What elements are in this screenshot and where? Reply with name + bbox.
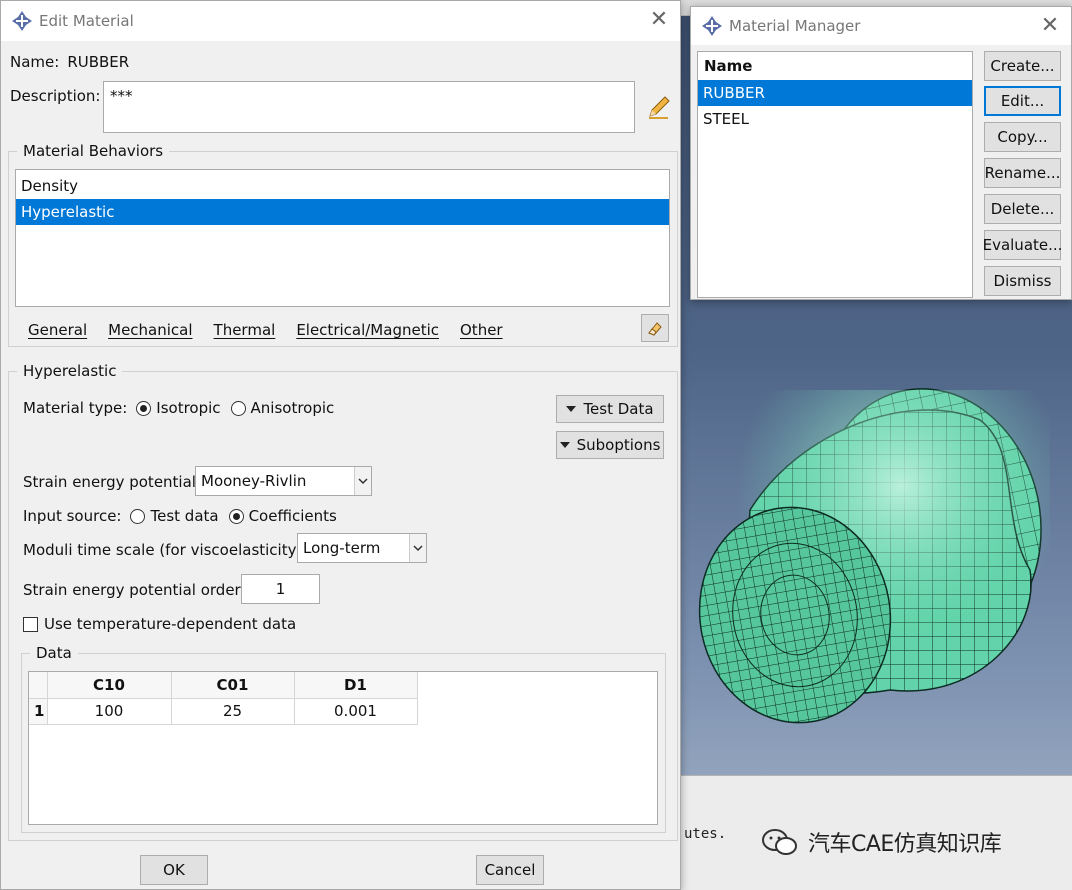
chevron-down-icon[interactable] [354,467,371,495]
material-item-rubber[interactable]: RUBBER [698,80,972,106]
evaluate-button[interactable]: Evaluate... [983,230,1062,260]
row-number: 1 [29,698,48,725]
copy-button[interactable]: Copy... [984,122,1061,152]
table-corner [29,672,48,699]
behavior-menubar: General Mechanical Thermal Electrical/Ma… [28,319,524,341]
abaqus-cross-icon [12,11,32,31]
abaqus-cross-icon [702,16,722,36]
close-icon[interactable]: ✕ [1039,15,1061,37]
behavior-item-density[interactable]: Density [16,173,669,199]
strain-energy-value: Mooney-Rivlin [201,472,307,490]
dismiss-button[interactable]: Dismiss [984,266,1061,296]
radio-isotropic-indicator[interactable] [136,400,152,416]
manager-title: Material Manager [729,17,861,35]
column-header-c01[interactable]: C01 [171,672,295,699]
triangle-down-icon [566,406,577,412]
rename-button[interactable]: Rename... [984,158,1061,188]
hyperelastic-title: Hyperelastic [17,362,123,380]
radio-anisotropic-indicator[interactable] [230,400,246,416]
console-text: utes. [684,826,727,842]
radio-anisotropic[interactable]: Anisotropic [230,399,335,417]
pencil-icon[interactable] [646,94,672,120]
cell-c01[interactable]: 25 [171,698,295,725]
create-button[interactable]: Create... [984,51,1061,81]
edit-material-dialog: Edit Material ✕ Name: RUBBER Description… [0,0,681,890]
radio-coefficients[interactable]: Coefficients [228,507,337,525]
table-row: 1 100 25 0.001 [29,698,418,725]
radio-isotropic[interactable]: Isotropic [136,399,221,417]
list-header-name[interactable]: Name [698,52,972,80]
wechat-logo-icon [762,829,797,855]
behavior-item-hyperelastic[interactable]: Hyperelastic [16,199,669,225]
column-header-c10[interactable]: C10 [47,672,172,699]
material-manager-titlebar[interactable]: Material Manager ✕ [691,7,1071,45]
description-field[interactable]: *** [103,81,635,133]
material-type-label: Material type: [23,399,128,417]
cell-c10[interactable]: 100 [47,698,172,725]
description-label: Description: [10,87,101,105]
close-icon[interactable]: ✕ [648,9,670,31]
suboptions-label: Suboptions [576,436,661,454]
ok-button[interactable]: OK [140,855,208,885]
menu-other[interactable]: Other [460,321,503,339]
column-header-d1[interactable]: D1 [294,672,418,699]
strain-energy-label: Strain energy potential: [23,473,202,491]
materials-list[interactable]: Name RUBBER STEEL [697,51,973,298]
data-title: Data [30,644,78,662]
name-label: Name: [10,53,60,71]
rubber-bushing-mesh[interactable] [680,370,1072,730]
menu-electrical-magnetic[interactable]: Electrical/Magnetic [296,321,439,339]
temperature-checkbox[interactable] [23,616,38,632]
menu-mechanical[interactable]: Mechanical [108,321,192,339]
menu-thermal[interactable]: Thermal [214,321,276,339]
cell-d1[interactable]: 0.001 [294,698,418,725]
moduli-label: Moduli time scale (for viscoelasticity): [23,541,308,559]
cancel-button[interactable]: Cancel [476,855,544,885]
dialog-title: Edit Material [39,12,134,30]
moduli-value: Long-term [303,539,381,557]
data-table[interactable]: C10 C01 D1 1 100 25 0.001 [28,671,658,825]
order-input[interactable]: 1 [241,574,320,604]
delete-button[interactable]: Delete... [984,194,1061,224]
material-name: RUBBER [67,53,130,71]
edit-button[interactable]: Edit... [984,86,1061,116]
strain-energy-select[interactable]: Mooney-Rivlin [195,466,372,496]
radio-isotropic-label: Isotropic [156,399,221,417]
radio-coefficients-indicator[interactable] [228,508,244,524]
radio-anisotropic-label: Anisotropic [250,399,335,417]
test-data-label: Test Data [583,400,654,418]
radio-test-data-indicator[interactable] [130,508,146,524]
eraser-button[interactable] [641,314,669,342]
menu-general[interactable]: General [28,321,87,339]
watermark-text: 汽车CAE仿真知识库 [808,832,1002,857]
input-source-label: Input source: [23,507,122,525]
moduli-select[interactable]: Long-term [297,533,427,563]
edit-material-titlebar[interactable]: Edit Material ✕ [1,1,680,41]
order-label: Strain energy potential order: [23,581,246,599]
test-data-button[interactable]: Test Data [556,395,664,423]
material-item-steel[interactable]: STEEL [698,106,972,132]
watermark: 汽车CAE仿真知识库 [760,826,1002,858]
triangle-down-icon [559,442,570,448]
material-behaviors-title: Material Behaviors [17,142,170,160]
radio-coefficients-label: Coefficients [248,507,337,525]
temperature-label: Use temperature-dependent data [44,615,297,633]
behaviors-list[interactable]: Density Hyperelastic [15,169,670,307]
eraser-icon [648,322,662,336]
radio-test-data-label: Test data [150,507,219,525]
chevron-down-icon[interactable] [409,534,426,562]
material-manager-dialog: Material Manager ✕ Name RUBBER STEEL Cre… [690,6,1072,300]
radio-test-data[interactable]: Test data [130,507,219,525]
suboptions-button[interactable]: Suboptions [556,431,664,459]
